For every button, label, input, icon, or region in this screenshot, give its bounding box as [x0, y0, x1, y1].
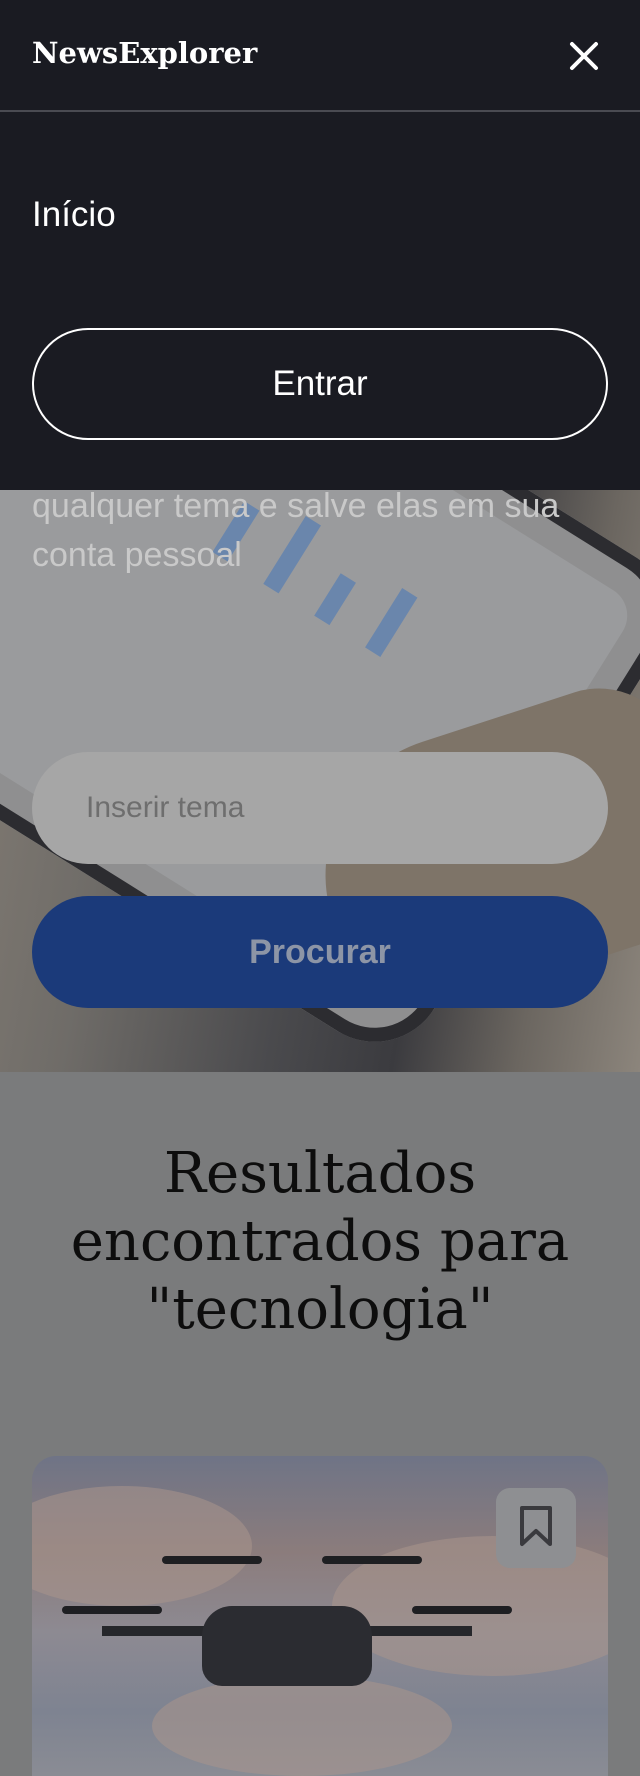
bookmark-button[interactable] [496, 1488, 576, 1568]
nav-home-link[interactable]: Início [32, 195, 116, 235]
search-button[interactable]: Procurar [32, 896, 608, 1008]
brand-logo[interactable]: NewsExplorer [32, 36, 257, 70]
results-title: Resultados encontrados para "tecnologia" [70, 1141, 570, 1342]
close-icon [564, 42, 604, 80]
header-divider [0, 110, 640, 112]
hero-subtitle: qualquer tema e salve elas em sua conta … [32, 487, 560, 574]
search-input[interactable]: Inserir tema [32, 752, 608, 864]
search-placeholder: Inserir tema [86, 791, 245, 824]
signin-button[interactable]: Entrar [32, 328, 608, 440]
mobile-menu: NewsExplorer Início Entrar [0, 0, 640, 490]
close-menu-button[interactable] [564, 36, 604, 76]
news-card[interactable] [32, 1456, 608, 1776]
bookmark-icon [519, 1505, 553, 1551]
drone-image [202, 1606, 372, 1686]
